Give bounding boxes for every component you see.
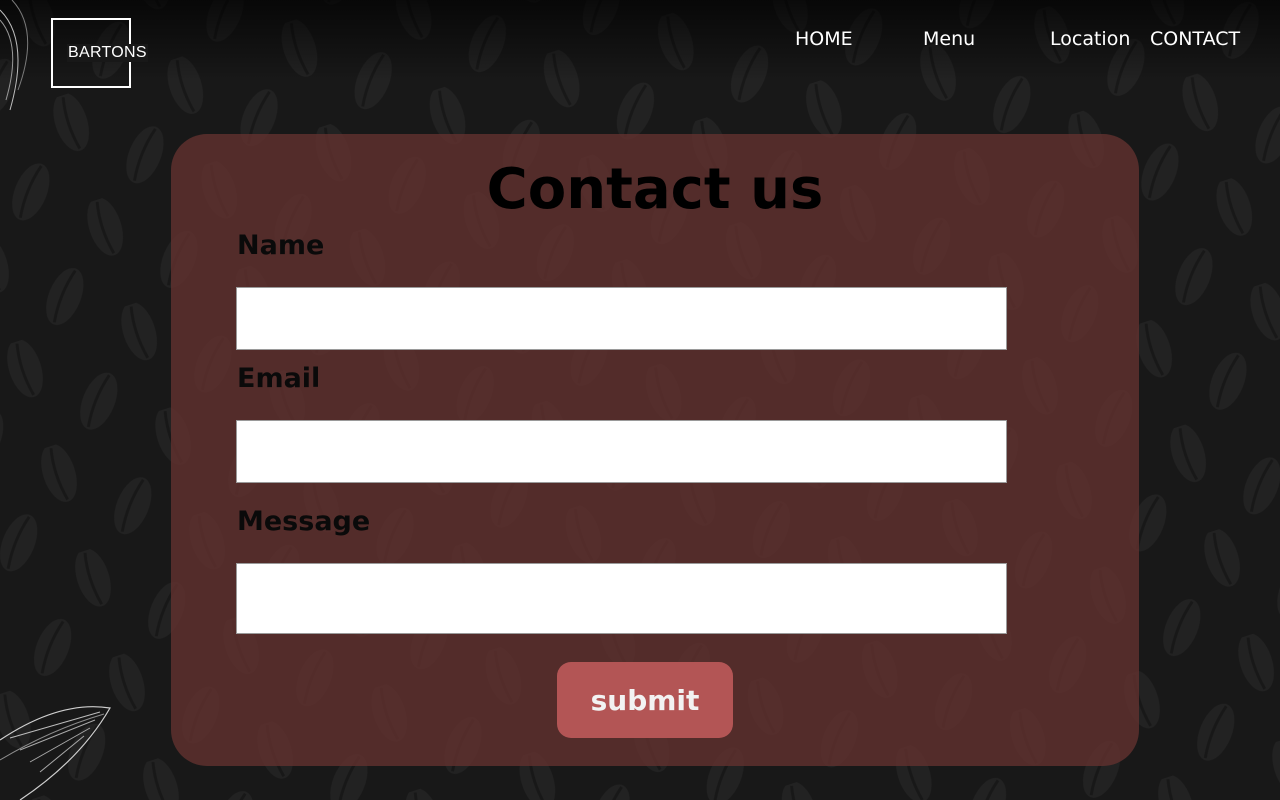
message-input[interactable] [236, 563, 1007, 634]
contact-form-card: Contact us Name Email Message submit [171, 134, 1139, 766]
contact-form-title: Contact us [486, 157, 824, 222]
email-label: Email [237, 363, 321, 394]
name-label: Name [237, 230, 325, 261]
message-label: Message [237, 506, 371, 537]
nav-link-location[interactable]: Location [1050, 28, 1130, 50]
leaf-decoration-bottom-icon [0, 706, 111, 800]
nav-link-home[interactable]: HOME [795, 28, 853, 50]
email-input[interactable] [236, 420, 1007, 483]
main-nav: HOME Menu Location CONTACT [0, 28, 1280, 56]
nav-link-contact[interactable]: CONTACT [1150, 28, 1240, 50]
submit-button[interactable]: submit [557, 662, 733, 738]
nav-link-menu[interactable]: Menu [923, 28, 975, 50]
name-input[interactable] [236, 287, 1007, 350]
